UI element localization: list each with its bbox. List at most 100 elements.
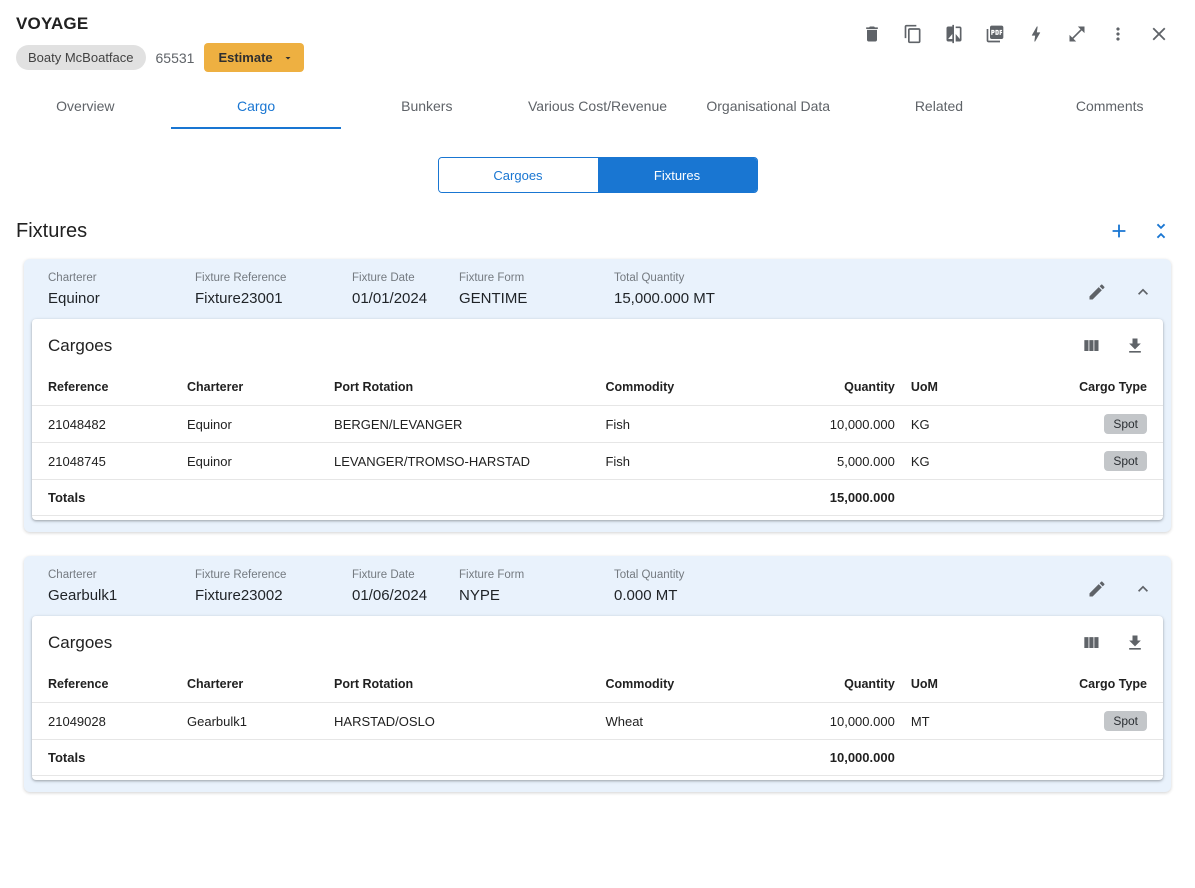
totals-row: Totals 15,000.000 [32,479,1163,516]
collapse-fixture-button[interactable] [1131,280,1155,304]
fixture-field-charterer: Charterer Gearbulk1 [48,569,195,604]
caret-down-icon [285,56,291,59]
estimate-button[interactable]: Estimate [204,43,304,72]
cargoes-card-head: Cargoes [32,616,1163,667]
empty-cell [597,479,779,516]
tab-various-cost-revenue[interactable]: Various Cost/Revenue [512,84,683,129]
cell-uom: MT [902,702,1005,740]
cell-cargo-type: Spot [1004,442,1163,480]
field-value: GENTIME [459,290,528,307]
pencil-icon [1089,284,1105,300]
col-uom: UoM [910,380,938,394]
toggle-cargoes[interactable]: Cargoes [438,158,598,192]
download-button[interactable] [1123,334,1147,358]
tab-related[interactable]: Related [854,84,1025,129]
field-value: NYPE [459,587,500,604]
fixture-field-form: Fixture Form GENTIME [459,272,614,307]
cargo-type-badge: Spot [1104,414,1147,434]
field-label: Total Quantity [614,569,685,581]
cell-commodity: Wheat [597,702,779,740]
cargoes-card: Cargoes Reference Charterer Port Rotatio… [32,319,1163,520]
cell-port-rotation: BERGEN/LEVANGER [326,405,598,443]
window-toolbar [860,22,1171,46]
expand-button[interactable] [1065,22,1089,46]
toggle-fixtures[interactable]: Fixtures [597,158,757,192]
edit-fixture-button[interactable] [1085,280,1109,304]
cell-port-rotation: HARSTAD/OSLO [326,702,598,740]
close-icon [1152,27,1166,41]
fixture-header: Charterer Gearbulk1 Fixture Reference Fi… [24,556,1171,616]
table-header-row: Reference Charterer Port Rotation Commod… [32,370,1163,406]
toggle-wrap: Cargoes Fixtures [0,157,1195,193]
field-value: Fixture23001 [195,290,283,307]
more-vert-icon [1116,27,1120,41]
add-fixture-button[interactable] [1107,219,1131,243]
plus-icon [1112,224,1126,238]
fixture-header: Charterer Equinor Fixture Reference Fixt… [24,259,1171,319]
fixture-field-total-quantity: Total Quantity 0.000 MT [614,569,1085,604]
fixture-card: Charterer Equinor Fixture Reference Fixt… [24,259,1171,532]
more-vert-button[interactable] [1106,22,1130,46]
tab-comments[interactable]: Comments [1024,84,1195,129]
chevron-up-icon [1138,585,1148,592]
col-cargo-type: Cargo Type [1079,677,1147,691]
cell-uom: KG [902,442,1005,480]
tab-cargo[interactable]: Cargo [170,84,342,129]
pencil-icon [1089,581,1105,597]
table-row[interactable]: 21048482 Equinor BERGEN/LEVANGER Fish 10… [32,405,1163,443]
copy-icon [904,24,921,44]
field-value: 01/06/2024 [352,587,428,604]
tab-overview[interactable]: Overview [0,84,171,129]
table-row[interactable]: 21048745 Equinor LEVANGER/TROMSO-HARSTAD… [32,442,1163,480]
fixture-field-total-quantity: Total Quantity 15,000.000 MT [614,272,1085,307]
estimate-button-label: Estimate [218,50,273,65]
voyage-number: 65531 [155,49,195,66]
tab-organisational-data[interactable]: Organisational Data [683,84,854,129]
pdf-button[interactable] [983,22,1007,46]
cargo-type-badge: Spot [1104,451,1147,471]
empty-cell [902,479,1005,516]
fixture-card: Charterer Gearbulk1 Fixture Reference Fi… [24,556,1171,792]
section-actions [1107,219,1173,243]
compare-icon [946,24,962,44]
copy-button[interactable] [901,22,925,46]
field-label: Charterer [48,272,97,284]
cell-reference: 21049028 [32,702,180,740]
totals-label: Totals [32,479,180,516]
field-value: 01/01/2024 [352,290,428,307]
cargoes-tools [1079,631,1147,655]
bolt-button[interactable] [1024,22,1048,46]
empty-cell [597,739,779,776]
totals-quantity: 10,000.000 [778,739,903,776]
columns-button[interactable] [1079,631,1103,655]
cargo-type-badge: Spot [1104,711,1147,731]
collapse-fixture-button[interactable] [1131,577,1155,601]
tab-bar: Overview Cargo Bunkers Various Cost/Reve… [0,84,1195,129]
pdf-icon [986,25,1004,43]
compare-button[interactable] [942,22,966,46]
download-button[interactable] [1123,631,1147,655]
vessel-chip[interactable]: Boaty McBoatface [16,45,146,70]
cargoes-title: Cargoes [48,633,113,652]
col-reference: Reference [48,677,109,691]
columns-button[interactable] [1079,334,1103,358]
chevron-up-icon [1138,288,1148,295]
col-quantity: Quantity [844,380,895,394]
close-button[interactable] [1147,22,1171,46]
collapse-all-button[interactable] [1149,219,1173,243]
cell-quantity: 10,000.000 [778,702,903,740]
fixtures-section-head: Fixtures [0,193,1195,259]
window-header: VOYAGE Boaty McBoatface 65531 Estimate [0,0,1195,72]
cell-cargo-type: Spot [1004,405,1163,443]
cargoes-table: Reference Charterer Port Rotation Commod… [32,370,1163,516]
unfold-less-icon [1156,223,1166,239]
table-header-row: Reference Charterer Port Rotation Commod… [32,667,1163,703]
fixture-field-reference: Fixture Reference Fixture23001 [195,272,352,307]
col-commodity: Commodity [605,677,675,691]
edit-fixture-button[interactable] [1085,577,1109,601]
delete-button[interactable] [860,22,884,46]
cell-charterer: Equinor [179,405,327,443]
table-row[interactable]: 21049028 Gearbulk1 HARSTAD/OSLO Wheat 10… [32,702,1163,740]
col-charterer: Charterer [187,380,244,394]
tab-bunkers[interactable]: Bunkers [341,84,512,129]
